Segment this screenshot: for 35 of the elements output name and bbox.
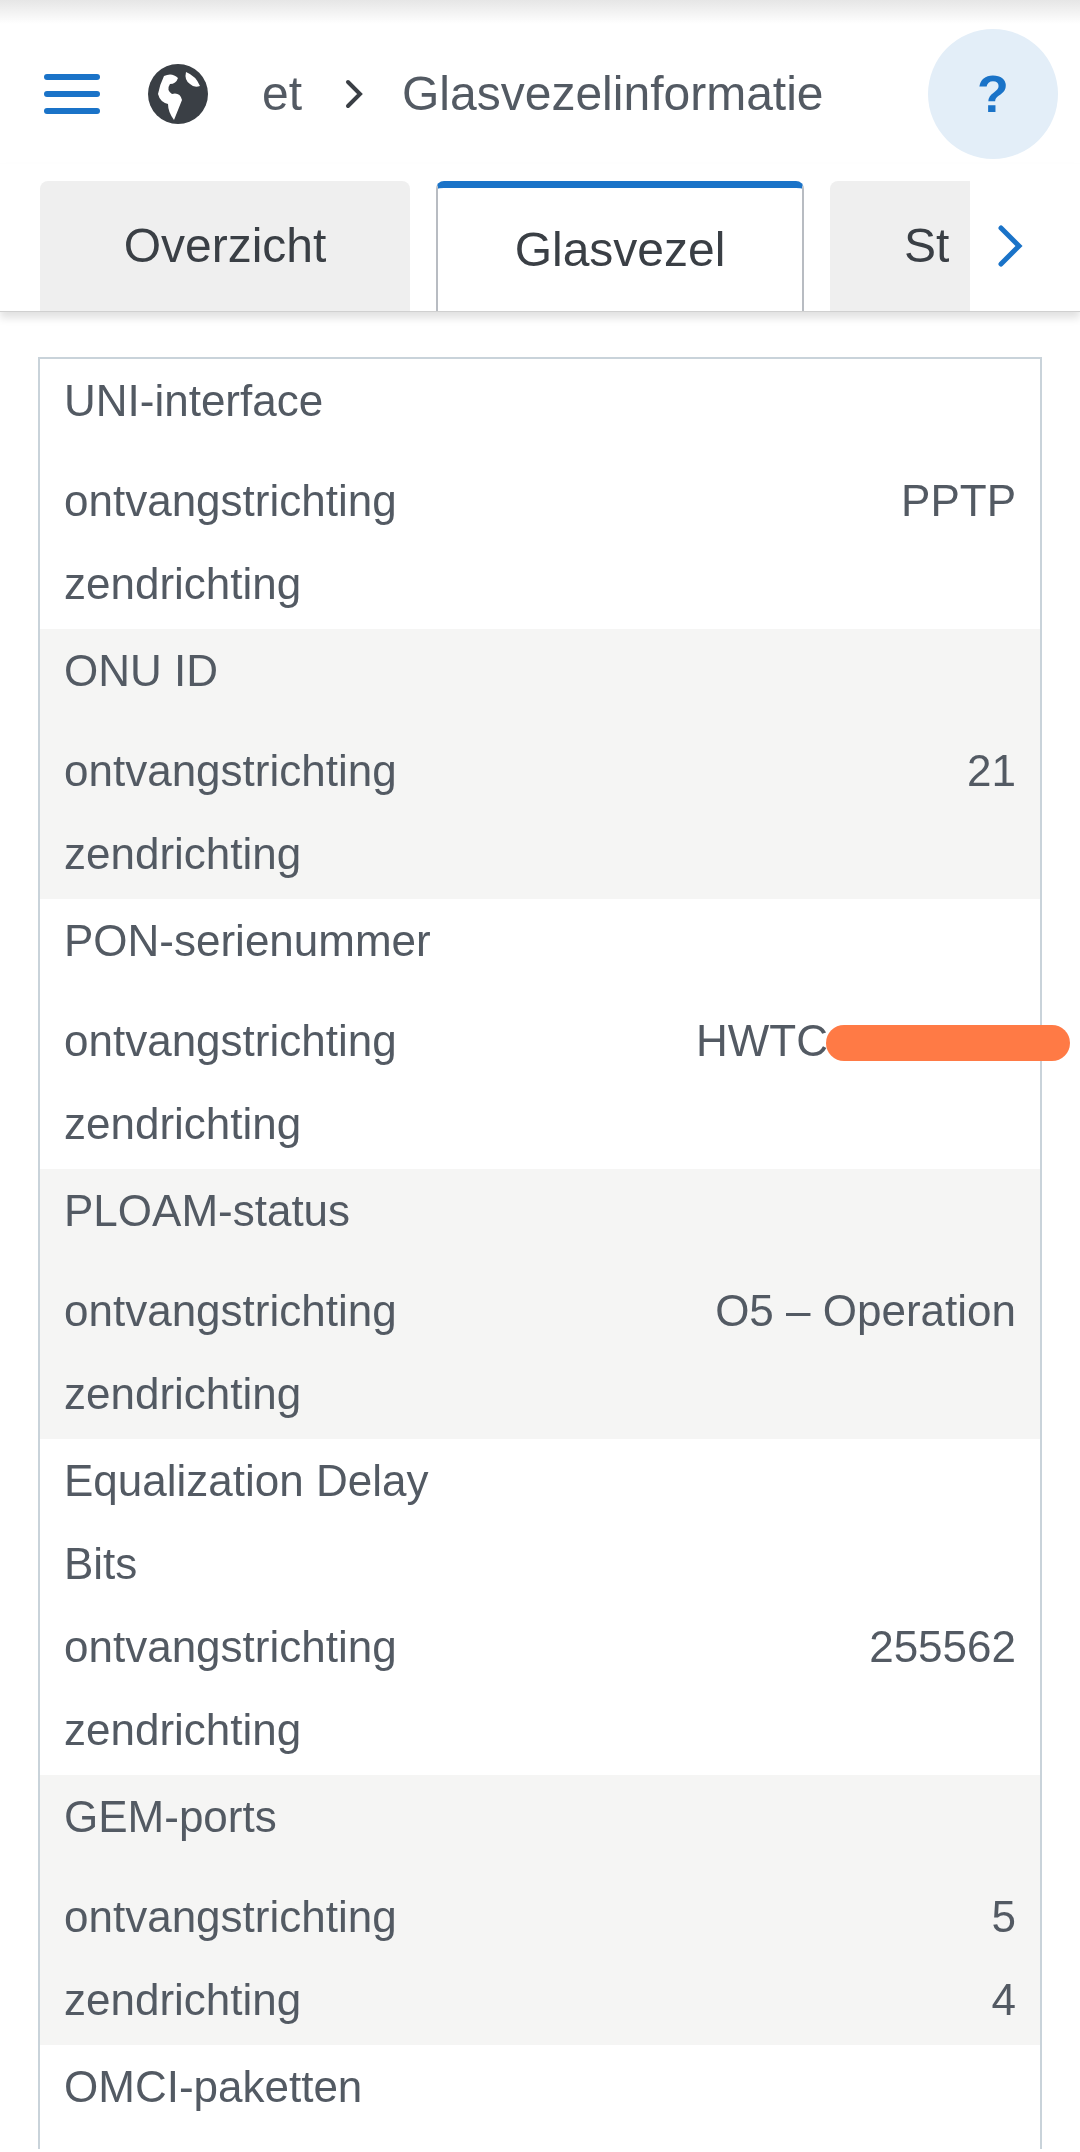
row-value: 5	[991, 1890, 1016, 1943]
menu-icon[interactable]	[44, 72, 100, 116]
globe-icon[interactable]	[146, 62, 210, 126]
chevron-right-icon	[997, 224, 1023, 268]
section-title: OMCI-paketten	[64, 2061, 364, 2113]
row-value: 4	[991, 1973, 1016, 2026]
help-button[interactable]: ?	[928, 29, 1058, 159]
row-label: ontvangstrichting	[64, 1890, 397, 1943]
page-title: Glasvezelinformatie	[402, 66, 824, 122]
row-label: ontvangstrichting	[64, 1620, 397, 1673]
row-label: ontvangstrichting	[64, 474, 397, 527]
row-label: ontvangstrichting	[64, 1014, 397, 1067]
row-value: HWTC	[696, 1014, 828, 1067]
section-title: UNI-interface	[64, 375, 325, 427]
breadcrumb-link[interactable]: et	[262, 58, 303, 130]
section-title: ONU ID	[64, 645, 219, 697]
row-value: 255562	[869, 1620, 1016, 1673]
tab[interactable]: Overzicht	[40, 181, 410, 311]
row-label: zendrichting	[64, 1703, 302, 1756]
chevron-right-icon	[344, 78, 365, 110]
row-label: ontvangstrichting	[64, 744, 397, 797]
row-label: zendrichting	[64, 827, 302, 880]
row-value: 21	[967, 744, 1016, 797]
tab[interactable]: Glasvezel	[436, 181, 804, 311]
row-label: zendrichting	[64, 1367, 302, 1420]
row-label: zendrichting	[64, 557, 302, 610]
row-label: ontvangstrichting	[64, 1284, 397, 1337]
tab[interactable]: St	[830, 181, 970, 311]
section-title: PLOAM-status	[64, 1185, 352, 1237]
row-value: PPTP	[901, 474, 1016, 527]
section-title: GEM-ports	[64, 1791, 278, 1843]
row-label: zendrichting	[64, 1973, 302, 2026]
section-title: PON-serienummer	[64, 915, 432, 967]
row-value: O5 – Operation	[715, 1284, 1016, 1337]
row-label: zendrichting	[64, 1097, 302, 1150]
